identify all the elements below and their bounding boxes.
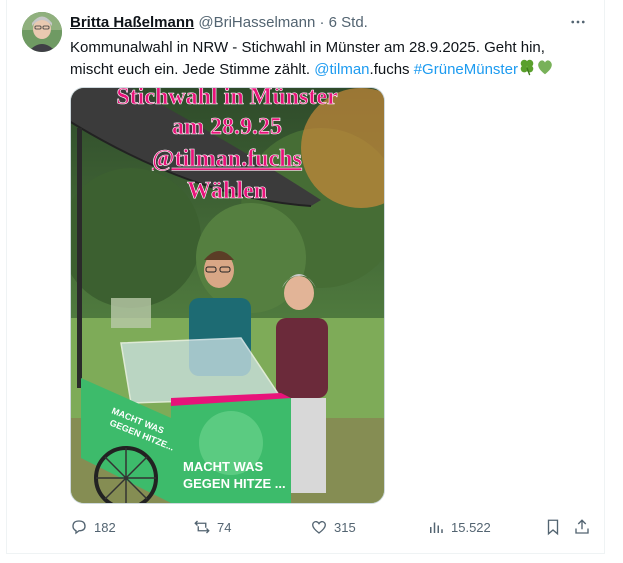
heart-icon [311,520,327,534]
cart-slogan-front-1: MACHT WAS [183,459,263,474]
photo-canvas: MACHT WAS GEGEN HITZE ... MACHT WAS GEGE… [71,88,384,503]
display-name[interactable]: Britta Haßelmann [70,14,194,31]
separator-dot: · [319,14,325,31]
user-handle[interactable]: @BriHasselmann [198,14,315,31]
shamrock-emoji [518,58,536,82]
avatar-image [22,12,62,52]
repost-icon [194,520,210,534]
cart-slogan-front-2: GEGEN HITZE ... [183,476,286,491]
tweet-text-part2: .fuchs [369,61,414,78]
mention-link[interactable]: @tilman [314,61,369,78]
hashtag-link[interactable]: #GrüneMünster [414,61,518,78]
post-time[interactable]: 6 Std. [329,14,368,31]
views-count: 15.522 [451,519,491,535]
bookmark-button[interactable] [544,514,568,540]
more-options-icon[interactable] [564,8,592,36]
reply-icon [72,520,86,535]
like-count: 315 [334,519,356,535]
green-heart-emoji [536,58,554,82]
tweet-header: Britta Haßelmann @BriHasselmann · 6 Std. [70,14,588,34]
overlay-line-4: Wählen [187,178,267,204]
repost-button[interactable]: 74 [193,514,231,540]
bookmark-icon [547,519,559,536]
share-icon [575,519,589,534]
tweet-photo[interactable]: MACHT WAS GEGEN HITZE ... MACHT WAS GEGE… [70,87,385,504]
reply-button[interactable]: 182 [70,514,116,540]
views-chart-icon [430,522,443,533]
tweet-text: Kommunalwahl in NRW - Stichwahl in Münst… [70,37,590,82]
like-button[interactable]: 315 [310,514,356,540]
repost-count: 74 [217,519,232,535]
overlay-line-1: Stichwahl in Münster [116,88,338,110]
reply-count: 182 [94,519,116,535]
overlay-line-2: am 28.9.25 [172,114,282,140]
avatar[interactable] [22,12,62,52]
share-button[interactable] [573,514,597,540]
action-bar: 182 74 315 15.522 [70,514,590,540]
tweet-card[interactable]: Britta Haßelmann @BriHasselmann · 6 Std.… [6,0,605,554]
views-button[interactable]: 15.522 [427,514,491,540]
overlay-line-3: @tilman.fuchs [152,146,302,172]
